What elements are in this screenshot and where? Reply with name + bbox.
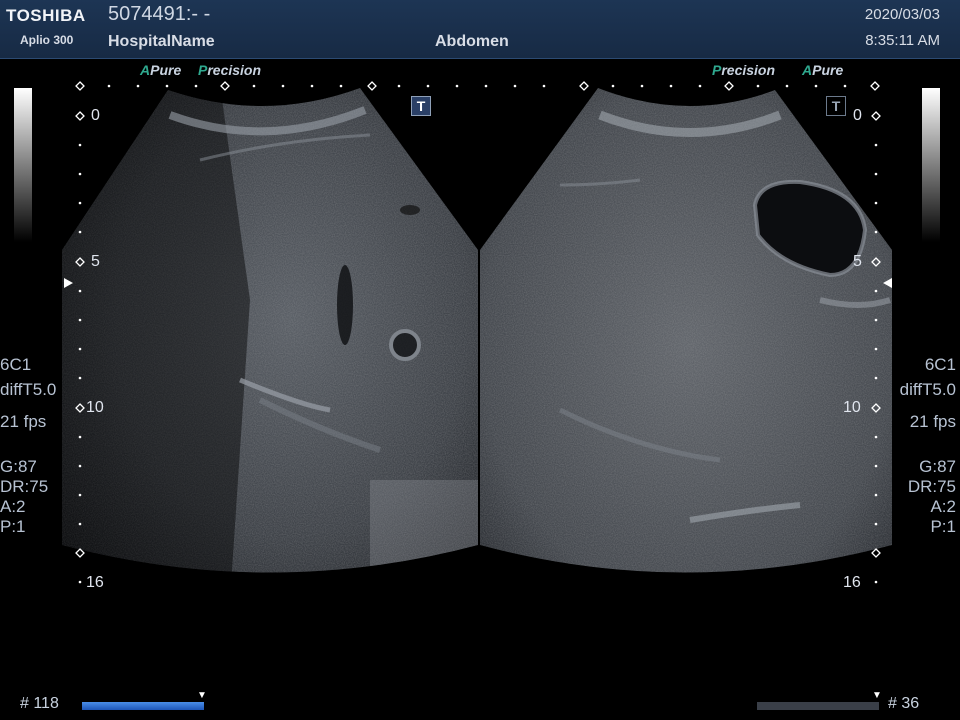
ultrasound-image xyxy=(62,81,892,584)
depth-label-0-right: 0 xyxy=(853,107,862,124)
left-sector xyxy=(62,88,478,573)
depth-label-5-right: 5 xyxy=(853,253,862,270)
persistence-right: P:1 xyxy=(930,517,956,536)
fps-right: 21 fps xyxy=(909,412,956,431)
probe-right: 6C1 xyxy=(924,355,956,374)
top-scale-markers xyxy=(107,84,847,88)
depth-label-10-left: 10 xyxy=(86,399,104,416)
cine-bar-left[interactable] xyxy=(82,702,204,710)
persistence-left: P:1 xyxy=(0,517,26,536)
probe-left: 6C1 xyxy=(0,355,32,374)
right-sector xyxy=(480,88,892,573)
gain-right: G:87 xyxy=(919,457,956,476)
frame-count-right: # 36 xyxy=(888,695,920,712)
cine-bar-right[interactable] xyxy=(757,702,879,710)
gain-left: G:87 xyxy=(0,457,37,476)
acoustic-right: A:2 xyxy=(930,497,956,516)
depth-label-10-right: 10 xyxy=(843,399,861,416)
dynamic-range-left: DR:75 xyxy=(0,477,49,496)
filter-right: diffT5.0 xyxy=(899,380,956,399)
frame-count-left: # 118 xyxy=(20,695,59,712)
dynamic-range-right: DR:75 xyxy=(907,477,956,496)
depth-label-16-left: 16 xyxy=(86,574,104,591)
fps-left: 21 fps xyxy=(0,412,47,431)
dual-mode-inactive-icon[interactable]: T xyxy=(826,96,846,116)
depth-label-16-right: 16 xyxy=(843,574,861,591)
cine-marker-right-icon[interactable]: ▼ xyxy=(872,690,882,701)
acoustic-left: A:2 xyxy=(0,497,26,516)
depth-label-5-left: 5 xyxy=(91,253,100,270)
depth-label-0-left: 0 xyxy=(91,107,100,124)
dual-mode-active-icon[interactable]: T xyxy=(411,96,431,116)
cine-marker-left-icon[interactable]: ▼ xyxy=(197,690,207,701)
filter-left: diffT5.0 xyxy=(0,380,57,399)
